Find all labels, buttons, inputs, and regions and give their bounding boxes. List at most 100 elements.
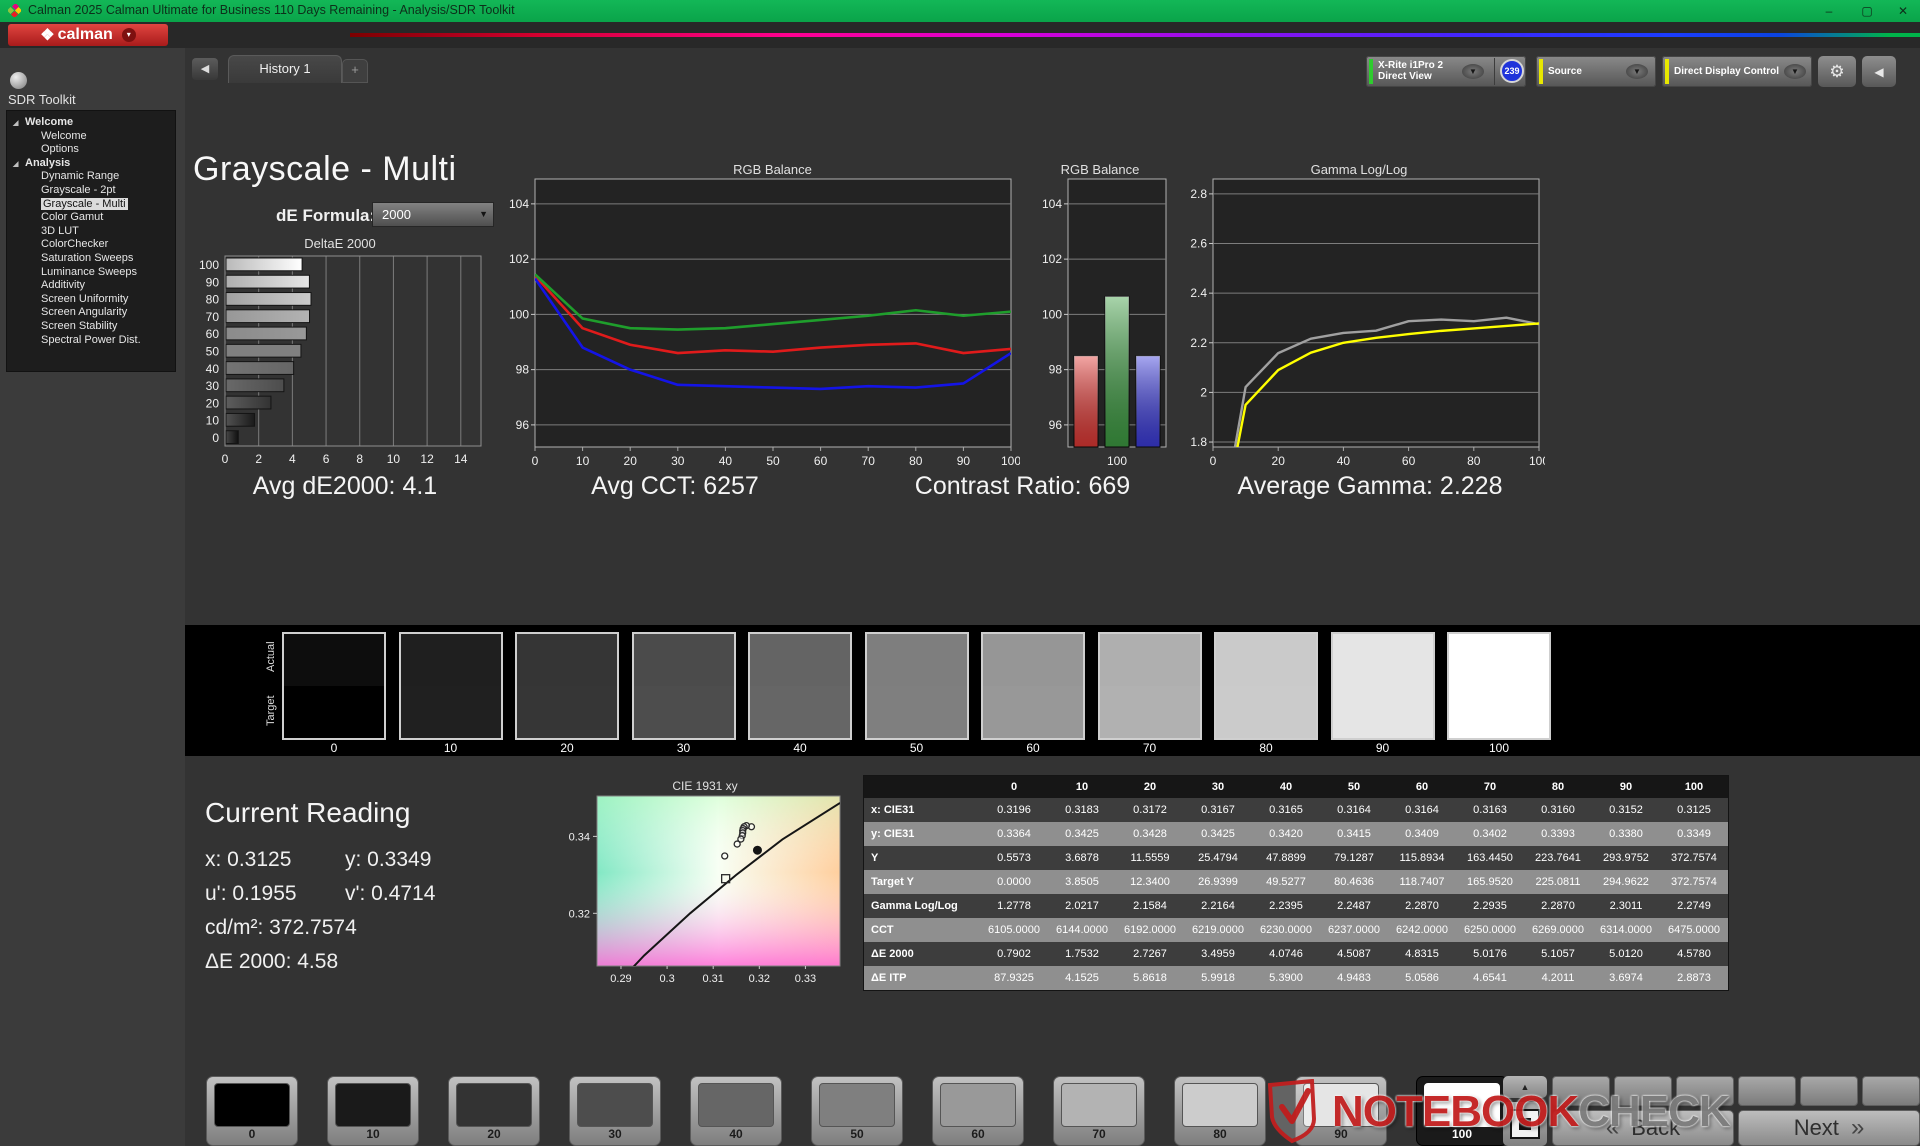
pattern-level-button-10[interactable]: 10 bbox=[327, 1076, 419, 1146]
calman-diamond-icon: ❖ bbox=[40, 25, 54, 45]
pattern-window-button[interactable] bbox=[1503, 1102, 1547, 1146]
pattern-level-button-20[interactable]: 20 bbox=[448, 1076, 540, 1146]
sidebar-item-3d-lut[interactable]: 3D LUT bbox=[7, 225, 175, 239]
table-cell: 49.5277 bbox=[1252, 870, 1320, 894]
svg-text:0: 0 bbox=[532, 454, 539, 468]
pattern-swatch bbox=[1061, 1083, 1137, 1127]
sidebar-item-saturation-sweeps[interactable]: Saturation Sweeps bbox=[7, 252, 175, 266]
pattern-level-button-50[interactable]: 50 bbox=[811, 1076, 903, 1146]
display-control-dropdown[interactable]: Direct Display Control ▼ bbox=[1662, 56, 1812, 87]
sidebar-item-luminance-sweeps[interactable]: Luminance Sweeps bbox=[7, 266, 175, 280]
logo-menu-chevron-icon[interactable]: ▾ bbox=[122, 28, 136, 42]
svg-text:20: 20 bbox=[1272, 454, 1286, 468]
sidebar-sphere-button[interactable] bbox=[10, 72, 27, 89]
pattern-level-button-80[interactable]: 80 bbox=[1174, 1076, 1266, 1146]
toolbar-icon-button-3[interactable] bbox=[1676, 1076, 1734, 1106]
pattern-swatch bbox=[698, 1083, 774, 1127]
table-cell: 3.4959 bbox=[1184, 942, 1252, 966]
svg-text:0: 0 bbox=[212, 431, 219, 445]
collapse-panel-button[interactable]: ◀ bbox=[1862, 56, 1896, 87]
svg-text:10: 10 bbox=[576, 454, 590, 468]
table-row-label: ΔE ITP bbox=[864, 966, 980, 990]
next-button[interactable]: Next » bbox=[1738, 1110, 1920, 1146]
settings-button[interactable]: ⚙ bbox=[1818, 56, 1856, 87]
swatch-level-label: 20 bbox=[515, 741, 619, 755]
current-reading-title: Current Reading bbox=[205, 797, 410, 829]
sidebar-item-color-gamut[interactable]: Color Gamut bbox=[7, 211, 175, 225]
sidebar-item-welcome[interactable]: Welcome bbox=[7, 130, 175, 144]
pattern-level-button-40[interactable]: 40 bbox=[690, 1076, 782, 1146]
sidebar-item-additivity[interactable]: Additivity bbox=[7, 279, 175, 293]
sidebar-item-welcome[interactable]: ◢Welcome bbox=[7, 116, 175, 130]
sidebar-item-options[interactable]: Options bbox=[7, 143, 175, 157]
toolbar-icon-button-5[interactable] bbox=[1800, 1076, 1858, 1106]
svg-text:2.8: 2.8 bbox=[1190, 187, 1207, 201]
up-arrow-icon: ▲ bbox=[1521, 1082, 1530, 1092]
pattern-level-label: 60 bbox=[933, 1127, 1023, 1141]
toolbar-icon-button-4[interactable] bbox=[1738, 1076, 1796, 1106]
table-cell: 4.5780 bbox=[1660, 942, 1728, 966]
pattern-level-button-30[interactable]: 30 bbox=[569, 1076, 661, 1146]
tree-expander-icon[interactable]: ◢ bbox=[13, 158, 18, 172]
close-icon[interactable]: ✕ bbox=[1888, 0, 1918, 22]
pattern-level-button-60[interactable]: 60 bbox=[932, 1076, 1024, 1146]
pattern-level-label: 40 bbox=[691, 1127, 781, 1141]
average-gamma-stat: Average Gamma: 2.228 bbox=[1195, 472, 1545, 501]
minimize-icon[interactable]: – bbox=[1814, 0, 1844, 22]
svg-text:100: 100 bbox=[1529, 454, 1545, 468]
sidebar-item-screen-angularity[interactable]: Screen Angularity bbox=[7, 306, 175, 320]
table-row-label: x: CIE31 bbox=[864, 798, 980, 822]
table-cell: 0.7902 bbox=[980, 942, 1048, 966]
grayscale-swatch-20 bbox=[515, 632, 619, 740]
table-cell: 79.1287 bbox=[1320, 846, 1388, 870]
de-formula-label: dE Formula: bbox=[276, 206, 375, 226]
chevron-down-icon[interactable]: ▼ bbox=[1462, 64, 1484, 79]
toolbar-icon-button-2[interactable] bbox=[1614, 1076, 1672, 1106]
source-dropdown[interactable]: Source ▼ bbox=[1536, 56, 1656, 87]
svg-text:0: 0 bbox=[222, 452, 229, 466]
measured-point bbox=[734, 841, 740, 847]
table-cell: 26.9399 bbox=[1184, 870, 1252, 894]
meter-count-badge[interactable]: 239 bbox=[1500, 59, 1524, 83]
grayscale-swatch-0 bbox=[282, 632, 386, 740]
sidebar-item-spectral-power-dist-[interactable]: Spectral Power Dist. bbox=[7, 334, 175, 348]
pattern-level-button-90[interactable]: 90 bbox=[1295, 1076, 1387, 1146]
svg-text:4: 4 bbox=[289, 452, 296, 466]
sidebar-item-screen-uniformity[interactable]: Screen Uniformity bbox=[7, 293, 175, 307]
tab-scroll-left-button[interactable]: ◀ bbox=[192, 58, 218, 80]
de-formula-select[interactable]: 2000 ▼ bbox=[372, 202, 494, 227]
svg-text:90: 90 bbox=[206, 275, 220, 289]
svg-text:2.2: 2.2 bbox=[1190, 336, 1207, 350]
pattern-level-label: 0 bbox=[207, 1127, 297, 1141]
sidebar-item-grayscale-multi[interactable]: Grayscale - Multi bbox=[7, 198, 175, 212]
sidebar-item-dynamic-range[interactable]: Dynamic Range bbox=[7, 170, 175, 184]
sidebar-item-analysis[interactable]: ◢Analysis bbox=[7, 157, 175, 171]
svg-text:102: 102 bbox=[509, 252, 529, 266]
toolbar-icon-button-1[interactable] bbox=[1552, 1076, 1610, 1106]
sidebar-item-grayscale-2pt[interactable]: Grayscale - 2pt bbox=[7, 184, 175, 198]
table-cell: 0.3125 bbox=[1660, 798, 1728, 822]
add-tab-button[interactable]: + bbox=[342, 59, 368, 83]
pattern-panel-up-button[interactable]: ▲ bbox=[1503, 1076, 1547, 1098]
calman-logo[interactable]: ❖calman ▾ bbox=[8, 24, 168, 46]
back-button[interactable]: « Back bbox=[1552, 1110, 1734, 1146]
maximize-icon[interactable]: ▢ bbox=[1852, 0, 1882, 22]
tab-history-1[interactable]: History 1 bbox=[228, 55, 342, 83]
table-cell: 1.2778 bbox=[980, 894, 1048, 918]
table-cell: 0.3402 bbox=[1456, 822, 1524, 846]
pattern-level-button-70[interactable]: 70 bbox=[1053, 1076, 1145, 1146]
table-cell: 0.3425 bbox=[1184, 822, 1252, 846]
toolbar-icon-button-6[interactable] bbox=[1862, 1076, 1920, 1106]
sidebar-item-colorchecker[interactable]: ColorChecker bbox=[7, 238, 175, 252]
calman-logo-text: calman bbox=[58, 26, 113, 44]
grayscale-swatch-30 bbox=[632, 632, 736, 740]
chevron-down-icon[interactable]: ▼ bbox=[1626, 64, 1648, 79]
pattern-level-button-100[interactable]: 100 bbox=[1416, 1076, 1508, 1146]
chevron-down-icon[interactable]: ▼ bbox=[1784, 64, 1806, 79]
svg-text:0.32: 0.32 bbox=[569, 908, 590, 920]
pattern-level-button-0[interactable]: 0 bbox=[206, 1076, 298, 1146]
sidebar-item-screen-stability[interactable]: Screen Stability bbox=[7, 320, 175, 334]
meter-dropdown[interactable]: X-Rite i1Pro 2Direct View ▼ 239 bbox=[1366, 56, 1526, 87]
tree-expander-icon[interactable]: ◢ bbox=[13, 117, 18, 131]
table-cell: 6219.0000 bbox=[1184, 918, 1252, 942]
